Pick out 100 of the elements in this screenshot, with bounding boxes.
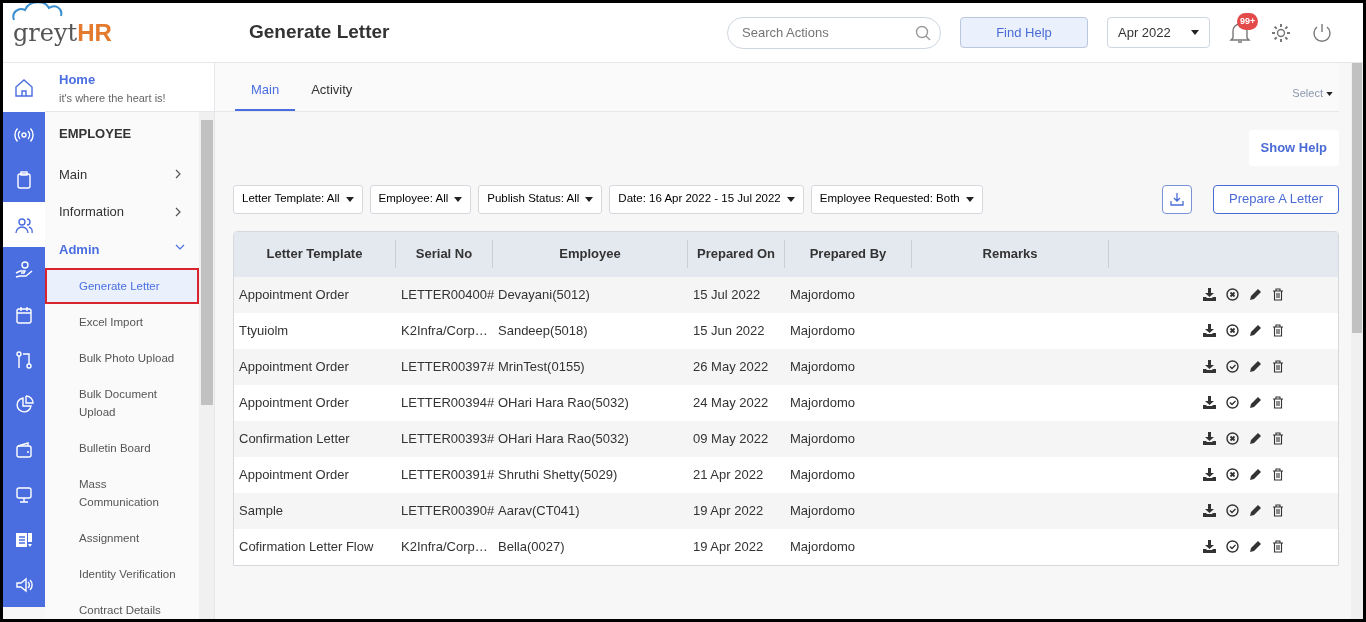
sidebar-item[interactable]: Admin bbox=[45, 230, 199, 268]
table-cell-text: MrinTest(0155) bbox=[497, 357, 586, 376]
table-cell-text: OHari Hara Rao(5032) bbox=[497, 429, 630, 448]
x-circle-icon[interactable] bbox=[1226, 288, 1239, 301]
check-circle-icon[interactable] bbox=[1226, 540, 1239, 553]
table-cell-text: Devayani(5012) bbox=[497, 285, 591, 304]
page-scrollbar[interactable] bbox=[1351, 63, 1363, 619]
find-help-button[interactable]: Find Help bbox=[960, 17, 1088, 48]
tab[interactable]: Activity bbox=[295, 79, 369, 111]
trash-icon[interactable] bbox=[1272, 396, 1284, 409]
pencil-icon[interactable] bbox=[1249, 288, 1262, 301]
submenu-item[interactable]: Bulletin Board bbox=[45, 430, 199, 466]
table-cell-text: K2Infra/Corp… bbox=[400, 537, 489, 556]
period-dropdown[interactable]: Apr 2022 bbox=[1107, 17, 1210, 48]
trash-icon[interactable] bbox=[1272, 432, 1284, 445]
pencil-icon[interactable] bbox=[1249, 396, 1262, 409]
sidebar-item[interactable]: Information bbox=[45, 193, 199, 231]
filter-dropdown[interactable]: Employee Requested: Both bbox=[810, 184, 983, 214]
table-cell-text: Majordomo bbox=[789, 285, 857, 304]
table-cell-text: 19 Apr 2022 bbox=[692, 501, 765, 520]
download-icon bbox=[1169, 191, 1186, 207]
table-cell-text: Sandeep(5018) bbox=[497, 321, 589, 340]
download-icon[interactable] bbox=[1203, 432, 1216, 445]
check-circle-icon[interactable] bbox=[1226, 396, 1239, 409]
table-cell-text: Majordomo bbox=[789, 321, 857, 340]
download-icon[interactable] bbox=[1203, 396, 1216, 409]
trash-icon[interactable] bbox=[1272, 288, 1284, 301]
table-cell-text: Ttyuiolm bbox=[238, 321, 290, 340]
power-icon[interactable] bbox=[1311, 21, 1333, 44]
filter-dropdown[interactable]: Date: 16 Apr 2022 - 15 Jul 2022 bbox=[609, 184, 804, 214]
pencil-icon[interactable] bbox=[1249, 540, 1262, 553]
x-circle-icon[interactable] bbox=[1226, 324, 1239, 337]
x-circle-icon[interactable] bbox=[1226, 468, 1239, 481]
table-cell-text: OHari Hara Rao(5032) bbox=[497, 393, 630, 412]
scrollbar[interactable] bbox=[199, 112, 214, 619]
search-field[interactable]: Search Actions bbox=[727, 16, 941, 49]
table-cell-text: LETTER00393# bbox=[400, 429, 493, 448]
trash-icon[interactable] bbox=[1272, 324, 1284, 337]
trash-icon[interactable] bbox=[1272, 468, 1284, 481]
check-circle-icon[interactable] bbox=[1226, 360, 1239, 373]
download-icon[interactable] bbox=[1203, 288, 1216, 301]
table-cell-text: LETTER00400# bbox=[400, 285, 493, 304]
submenu-item[interactable]: Contract Details bbox=[45, 592, 199, 619]
table-cell-text: Sample bbox=[238, 501, 285, 520]
x-circle-icon[interactable] bbox=[1226, 432, 1239, 445]
download-icon[interactable] bbox=[1203, 540, 1216, 553]
pencil-icon[interactable] bbox=[1249, 432, 1262, 445]
trash-icon[interactable] bbox=[1272, 360, 1284, 373]
wallet-icon bbox=[14, 439, 34, 460]
pencil-icon[interactable] bbox=[1249, 468, 1262, 481]
search-icon bbox=[915, 24, 931, 41]
column-header: Remarks bbox=[912, 240, 1109, 268]
table-cell-text: Bella(0027) bbox=[497, 537, 566, 556]
table-cell-text: Aarav(CT041) bbox=[497, 501, 581, 520]
caret-icon bbox=[345, 196, 354, 202]
filter-dropdown[interactable]: Employee: All bbox=[369, 184, 472, 214]
show-help-button[interactable]: Show Help bbox=[1248, 130, 1339, 166]
check-circle-icon[interactable] bbox=[1226, 504, 1239, 517]
period-value: Apr 2022 bbox=[1118, 23, 1171, 42]
caret-icon bbox=[585, 196, 594, 202]
pencil-icon[interactable] bbox=[1249, 360, 1262, 373]
filter-dropdown[interactable]: Publish Status: All bbox=[478, 184, 603, 214]
table-cell-text: LETTER00397# bbox=[400, 357, 493, 376]
prepare-letter-button[interactable]: Prepare A Letter bbox=[1213, 184, 1339, 214]
pie-chart-icon bbox=[14, 394, 34, 415]
trash-icon[interactable] bbox=[1272, 504, 1284, 517]
filter-dropdown[interactable]: Letter Template: All bbox=[233, 184, 363, 214]
submenu-item[interactable]: Mass Communication bbox=[45, 466, 199, 520]
column-header: Serial No bbox=[396, 240, 493, 268]
pencil-icon[interactable] bbox=[1249, 504, 1262, 517]
trash-icon[interactable] bbox=[1272, 540, 1284, 553]
download-icon[interactable] bbox=[1203, 468, 1216, 481]
hand-icon bbox=[14, 259, 34, 280]
table-cell-text: Majordomo bbox=[789, 501, 857, 520]
submenu-item[interactable]: Identity Verification bbox=[45, 556, 199, 592]
table-cell-text: 21 Apr 2022 bbox=[692, 465, 765, 484]
table-cell-text: LETTER00391# bbox=[400, 465, 493, 484]
clipboard-icon bbox=[14, 169, 34, 190]
download-icon[interactable] bbox=[1203, 504, 1216, 517]
tab[interactable]: Main bbox=[235, 79, 296, 111]
table-cell-text: Appointment Order bbox=[238, 357, 350, 376]
submenu-item[interactable]: Excel Import bbox=[45, 304, 199, 340]
table-cell-text: Majordomo bbox=[789, 537, 857, 556]
pencil-icon[interactable] bbox=[1249, 324, 1262, 337]
export-button[interactable] bbox=[1162, 184, 1193, 214]
table-cell-text: 09 May 2022 bbox=[692, 429, 770, 448]
submenu-item[interactable]: Bulk Document Upload bbox=[45, 376, 199, 430]
submenu-item[interactable]: Assignment bbox=[45, 520, 199, 556]
caret-icon bbox=[965, 196, 974, 202]
table-cell-text: 15 Jul 2022 bbox=[692, 285, 762, 304]
settings-icon[interactable] bbox=[1270, 21, 1292, 44]
submenu-item[interactable]: Bulk Photo Upload bbox=[45, 340, 199, 376]
home-icon[interactable] bbox=[14, 77, 34, 98]
table-cell-text: 26 May 2022 bbox=[692, 357, 770, 376]
download-icon[interactable] bbox=[1203, 360, 1216, 373]
sidebar-item[interactable]: Main bbox=[45, 155, 199, 193]
home-link[interactable]: Home bbox=[59, 70, 200, 90]
submenu-item[interactable]: Generate Letter bbox=[45, 268, 199, 304]
column-header: Letter Template bbox=[234, 240, 396, 268]
download-icon[interactable] bbox=[1203, 324, 1216, 337]
